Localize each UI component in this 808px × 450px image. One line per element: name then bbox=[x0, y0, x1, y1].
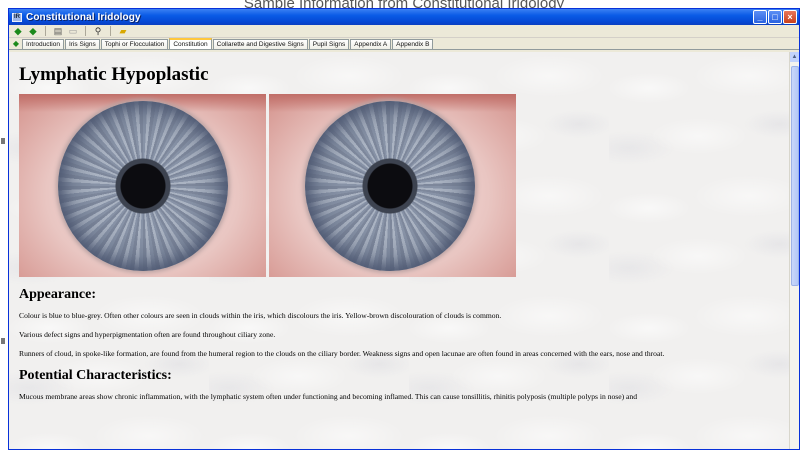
search-icon[interactable]: ⚲ bbox=[92, 26, 104, 37]
maximize-button[interactable]: □ bbox=[768, 10, 782, 24]
tab-iris-signs[interactable]: Iris Signs bbox=[64, 39, 100, 49]
vertical-scrollbar[interactable]: ▲ bbox=[789, 52, 799, 449]
back-arrow-icon[interactable]: ◆ bbox=[12, 26, 24, 37]
tab-appendix-a[interactable]: Appendix A bbox=[350, 39, 392, 49]
window-controls: _ □ × bbox=[753, 10, 797, 24]
home-icon[interactable]: ◆ bbox=[11, 38, 21, 49]
folder-icon[interactable]: ▰ bbox=[117, 26, 129, 37]
tab-collarette-and-digestive-signs[interactable]: Collarette and Digestive Signs bbox=[212, 39, 308, 49]
right-iris-photo bbox=[269, 94, 516, 277]
characteristics-paragraph: Mucous membrane areas show chronic infla… bbox=[19, 392, 638, 401]
content-pane: Lymphatic Hypoplastic Appearance: Colour… bbox=[9, 52, 791, 449]
characteristics-heading: Potential Characteristics: bbox=[19, 368, 172, 383]
tab-constitution[interactable]: Constitution bbox=[169, 38, 212, 49]
app-icon: IR bbox=[12, 12, 22, 22]
appearance-paragraph: Colour is blue to blue-grey. Often other… bbox=[19, 311, 502, 320]
margin-mark bbox=[1, 338, 5, 344]
app-window: IR Constitutional Iridology _ □ × ◆ ◆ ▤ … bbox=[8, 8, 800, 450]
appearance-heading: Appearance: bbox=[19, 287, 96, 302]
copy-icon[interactable]: ▭ bbox=[67, 26, 79, 37]
toolbar-separator bbox=[45, 26, 46, 36]
appearance-paragraph: Runners of cloud, in spoke-like formatio… bbox=[19, 349, 665, 358]
scroll-up-arrow-icon[interactable]: ▲ bbox=[790, 52, 799, 62]
iris-image bbox=[305, 101, 475, 271]
tab-bar: ◆ Introduction Iris Signs Tophi or Flocc… bbox=[9, 38, 799, 50]
iris-photos bbox=[19, 94, 781, 277]
tab-appendix-b[interactable]: Appendix B bbox=[392, 39, 434, 49]
tab-pupil-signs[interactable]: Pupil Signs bbox=[308, 39, 350, 49]
page-title: Lymphatic Hypoplastic bbox=[19, 64, 209, 85]
tab-tophi-or-flocculation[interactable]: Tophi or Flocculation bbox=[100, 39, 169, 49]
tab-introduction[interactable]: Introduction bbox=[22, 39, 64, 49]
toolbar-separator bbox=[110, 26, 111, 36]
appearance-paragraph: Various defect signs and hyperpigmentati… bbox=[19, 330, 276, 339]
iris-image bbox=[58, 101, 228, 271]
window-title: Constitutional Iridology bbox=[26, 11, 141, 23]
print-icon[interactable]: ▤ bbox=[52, 26, 64, 37]
forward-arrow-icon[interactable]: ◆ bbox=[27, 26, 39, 37]
title-bar[interactable]: IR Constitutional Iridology _ □ × bbox=[9, 9, 799, 25]
minimize-button[interactable]: _ bbox=[753, 10, 767, 24]
toolbar-separator bbox=[85, 26, 86, 36]
left-iris-photo bbox=[19, 94, 266, 277]
figure-caption: Sample Information from Constitutional I… bbox=[0, 0, 808, 8]
close-button[interactable]: × bbox=[783, 10, 797, 24]
scroll-thumb[interactable] bbox=[791, 66, 799, 286]
margin-mark bbox=[1, 138, 5, 144]
toolbar: ◆ ◆ ▤ ▭ ⚲ ▰ bbox=[9, 25, 799, 38]
left-margin-strip bbox=[0, 8, 8, 450]
